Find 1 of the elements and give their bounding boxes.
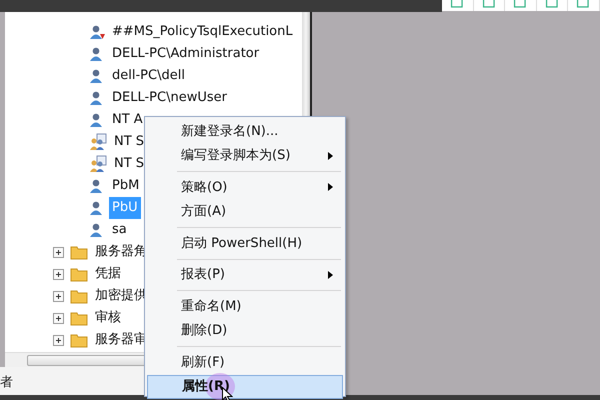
status-text: 者 xyxy=(0,374,13,392)
